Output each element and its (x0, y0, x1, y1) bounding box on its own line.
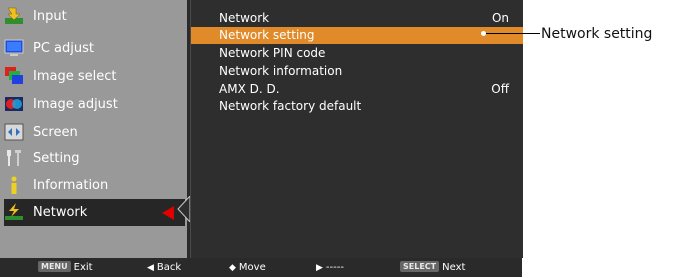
hint-back-label: Back (156, 262, 182, 273)
menu-item-setting[interactable]: Setting (0, 145, 187, 172)
image-adjust-icon (5, 97, 23, 111)
callout-label: Network setting (541, 26, 653, 42)
menu-item-label: Image adjust (33, 97, 118, 112)
menu-item-image-select[interactable]: Image select (0, 63, 187, 90)
right-arrow-icon: ▶ (316, 263, 323, 273)
menu-item-label: Image select (33, 69, 117, 84)
menu-item-label: Input (33, 9, 67, 24)
network-icon (5, 203, 23, 220)
submenu-item-network-factory-default[interactable]: Network factory default (191, 98, 523, 115)
menu-item-input[interactable]: Input (0, 3, 187, 30)
submenu-item-label: Network factory default (219, 99, 362, 113)
menu-item-information[interactable]: Information (0, 172, 187, 199)
submenu-item-label: Network setting (219, 28, 315, 42)
screen-icon (4, 123, 24, 141)
submenu-item-label: Network information (219, 64, 343, 78)
image-select-icon (5, 67, 23, 84)
main-menu: Input PC adjust Image select Image adjus… (0, 0, 190, 258)
menu-item-pc-adjust[interactable]: PC adjust (0, 35, 187, 62)
amx-status-value: Off (491, 82, 509, 96)
key-hint-bar: MENU Exit ◀ Back ◆ Move ▶ ----- SELECT Next (0, 258, 522, 277)
submenu-item-network[interactable]: Network On (191, 10, 523, 27)
menu-item-label: PC adjust (33, 41, 94, 56)
menu-item-label: Setting (33, 151, 80, 166)
callout-leader-line (483, 33, 540, 34)
hint-next-arrow: ▶ ----- (316, 258, 344, 278)
selected-arrow-icon (162, 206, 174, 220)
menu-item-image-adjust[interactable]: Image adjust (0, 91, 187, 118)
information-icon (11, 176, 17, 194)
setting-icon (7, 150, 21, 166)
left-arrow-icon: ◀ (147, 263, 154, 273)
menu-item-label: Screen (33, 125, 78, 140)
hint-move-label: Move (238, 262, 266, 273)
callout-anchor-dot (481, 31, 486, 36)
submenu-item-network-pin-code[interactable]: Network PIN code (191, 45, 523, 62)
select-key-icon: SELECT (400, 261, 440, 272)
menu-item-label: Information (33, 178, 109, 193)
submenu-item-network-information[interactable]: Network information (191, 63, 523, 80)
menu-item-label: Network (33, 205, 88, 220)
up-down-arrow-icon: ◆ (229, 263, 236, 273)
menu-key-icon: MENU (38, 261, 71, 272)
hint-next: SELECT Next (400, 258, 465, 277)
menu-item-network[interactable]: Network (4, 199, 185, 226)
submenu-item-network-setting[interactable]: Network setting (191, 27, 523, 44)
hint-next-placeholder: ----- (325, 262, 344, 273)
pc-adjust-icon (4, 39, 24, 56)
input-icon (5, 7, 23, 24)
hint-move: ◆ Move (229, 258, 266, 278)
hint-exit: MENU Exit (38, 258, 93, 277)
submenu-item-label: Network (219, 11, 270, 25)
submenu-item-label: Network PIN code (219, 46, 326, 60)
hint-exit-label: Exit (73, 262, 93, 273)
hint-next-label: Next (442, 262, 466, 273)
network-status-value: On (491, 11, 509, 25)
submenu-item-label: AMX D. D. (219, 82, 280, 96)
submenu-pointer-icon (177, 196, 190, 222)
projector-osd-menu: Input PC adjust Image select Image adjus… (0, 0, 523, 277)
menu-item-screen[interactable]: Screen (0, 119, 187, 146)
submenu-item-amx-dd[interactable]: AMX D. D. Off (191, 81, 523, 98)
hint-back: ◀ Back (147, 258, 181, 278)
network-submenu: Network On Network setting Network PIN c… (190, 0, 523, 258)
